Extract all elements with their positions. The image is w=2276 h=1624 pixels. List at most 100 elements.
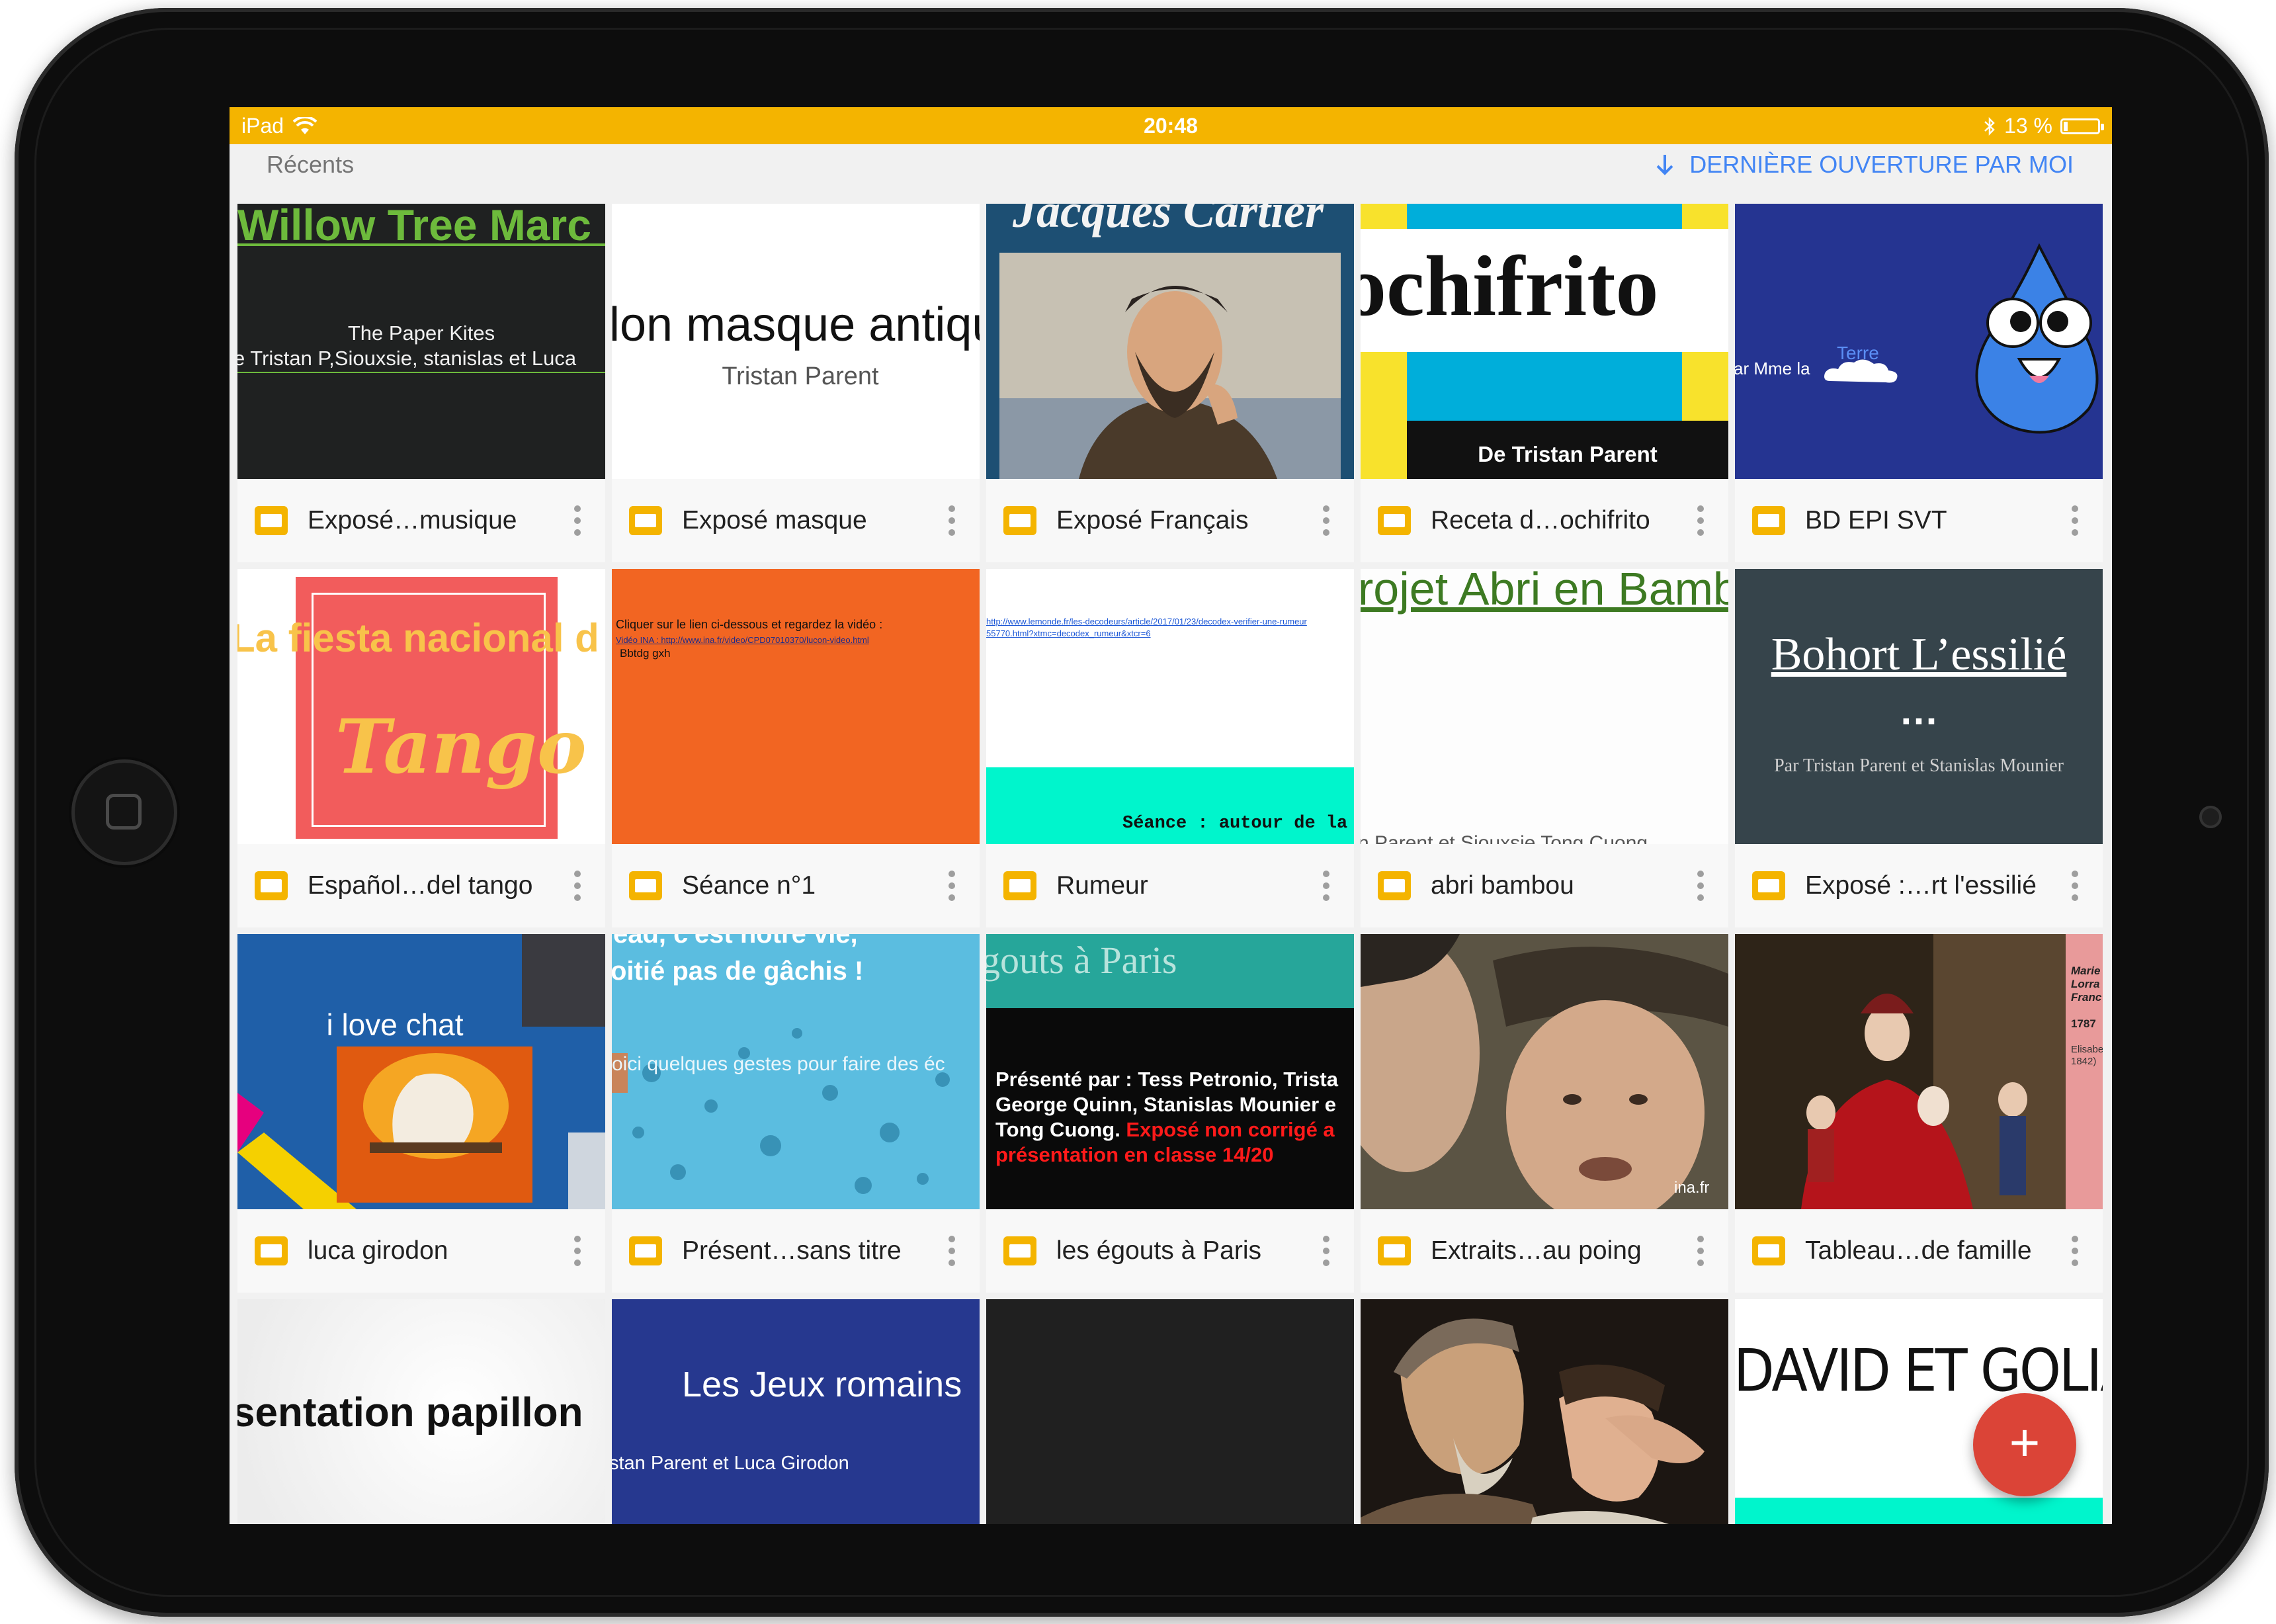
thumb-title: DAVID ET GOLIATH — [1735, 1337, 2103, 1405]
file-thumbnail: Marie Lorra Franc 1787 Elisabe 1842) — [1735, 934, 2103, 1209]
thumb-line: e Tristan P,Siouxsie, stanislas et Luca — [237, 347, 577, 370]
slides-icon — [1378, 1236, 1411, 1265]
battery-fill — [2064, 121, 2068, 131]
thumb-title: ochifrito — [1361, 239, 1659, 334]
thumb-line: oici quelques gestes pour faire des éc — [612, 1053, 945, 1075]
water-drop-character — [1975, 243, 2099, 434]
file-card[interactable]: lon masque antiqu Tristan Parent Exposé … — [612, 204, 980, 562]
battery-icon — [2060, 118, 2104, 134]
more-vert-icon[interactable] — [1681, 1224, 1720, 1277]
film-still-image — [1361, 934, 1728, 1209]
card-footer: Extraits…au poing — [1361, 1209, 1728, 1293]
slides-icon — [1378, 506, 1411, 535]
plus-icon: + — [2009, 1413, 2041, 1472]
app-screen: iPad 20:48 13 % Récents DERNIÈRE OUVERTU… — [230, 107, 2112, 1524]
create-fab-button[interactable]: + — [1973, 1393, 2076, 1496]
thumb-line: Présenté par : Tess Petronio, Trista — [995, 1068, 1338, 1091]
more-vert-icon[interactable] — [558, 1224, 597, 1277]
more-vert-icon[interactable] — [1306, 859, 1346, 912]
file-name: Présent…sans titre — [682, 1236, 902, 1265]
more-vert-icon[interactable] — [1681, 494, 1720, 547]
file-name: Exposé masque — [682, 506, 867, 534]
file-thumbnail: ochifrito De Tristan Parent — [1361, 204, 1728, 479]
card-footer: BD EPI SVT — [1735, 479, 2103, 562]
file-card[interactable]: ar Mme la Terre BD EPI SVT — [1735, 204, 2103, 562]
file-card[interactable]: i love chat luca girodon — [237, 934, 605, 1293]
thumb-band — [1361, 204, 1407, 229]
slides-icon — [255, 1236, 288, 1265]
thumb-divider — [237, 243, 605, 246]
more-vert-icon[interactable] — [2055, 859, 2095, 912]
thumb-script: Tango — [335, 704, 587, 791]
thumb-dots: … — [1899, 689, 1939, 733]
thumb-divider — [237, 372, 605, 373]
sort-button[interactable]: DERNIÈRE OUVERTURE PAR MOI — [1652, 151, 2074, 179]
file-card[interactable]: Cliquer sur le lien ci-dessous et regard… — [612, 569, 980, 927]
file-card[interactable]: Marie Lorra Franc 1787 Elisabe 1842) Tab… — [1735, 934, 2103, 1293]
slides-icon — [629, 871, 662, 900]
file-card[interactable]: ead, c'est notre vie, oitié pas de gâchi… — [612, 934, 980, 1293]
file-card[interactable]: rojet Abri en Bamb n Parent et Siouxsie … — [1361, 569, 1728, 927]
more-vert-icon[interactable] — [932, 1224, 972, 1277]
slides-icon — [1003, 1236, 1036, 1265]
more-vert-icon[interactable] — [932, 859, 972, 912]
file-card[interactable]: http://www.lemonde.fr/les-decodeurs/arti… — [986, 569, 1354, 927]
thumb-title: lon masque antiqu — [612, 298, 980, 351]
more-vert-icon[interactable] — [1306, 494, 1346, 547]
file-thumbnail — [986, 1299, 1354, 1524]
file-card[interactable] — [986, 1299, 1354, 1524]
more-vert-icon[interactable] — [932, 494, 972, 547]
file-name: Extraits…au poing — [1431, 1236, 1642, 1265]
card-footer: Español…del tango — [237, 844, 605, 927]
file-thumbnail: Willow Tree Marc The Paper Kites e Trist… — [237, 204, 605, 479]
file-card[interactable]: La fiesta nacional d Tango Español…del t… — [237, 569, 605, 927]
file-card[interactable]: Jacques Cartier Exposé Français — [986, 204, 1354, 562]
slides-icon — [1378, 871, 1411, 900]
theatre-still-image — [1361, 1299, 1728, 1524]
file-card[interactable]: ochifrito De Tristan Parent Receta d…och… — [1361, 204, 1728, 562]
thumb-subtitle: De Tristan Parent — [1478, 442, 1658, 466]
thumb-side-year: 1787 — [2071, 1017, 2096, 1030]
more-vert-icon[interactable] — [2055, 494, 2095, 547]
thumb-line: oitié pas de gâchis ! — [612, 957, 864, 986]
thumb-title: Jacques Cartier — [1013, 204, 1324, 237]
file-thumbnail: i love chat — [237, 934, 605, 1209]
file-card[interactable] — [1361, 1299, 1728, 1524]
thumb-watermark: ina.fr — [1674, 1179, 1710, 1197]
thumb-title: rojet Abri en Bamb — [1361, 569, 1728, 615]
card-footer: Rumeur — [986, 844, 1354, 927]
more-vert-icon[interactable] — [558, 494, 597, 547]
file-card[interactable]: Willow Tree Marc The Paper Kites e Trist… — [237, 204, 605, 562]
card-footer: Exposé masque — [612, 479, 980, 562]
thumb-warning: Exposé non corrigé a — [1126, 1118, 1335, 1141]
thumb-title: i love chat — [326, 1007, 464, 1042]
bluetooth-icon — [1984, 116, 1995, 136]
file-card[interactable]: ina.fr Extraits…au poing — [1361, 934, 1728, 1293]
file-card[interactable]: Bohort L’essilié … Par Tristan Parent et… — [1735, 569, 2103, 927]
thumb-line: The Paper Kites — [347, 321, 495, 345]
file-card[interactable]: gouts à Paris Présenté par : Tess Petron… — [986, 934, 1354, 1293]
thumb-side-text: 1842) — [2071, 1056, 2097, 1067]
file-thumbnail: sentation papillon — [237, 1299, 605, 1524]
file-name: Exposé…musique — [308, 506, 517, 534]
more-vert-icon[interactable] — [2055, 1224, 2095, 1277]
thumb-link: Vidéo INA : http://www.ina.fr/video/CPD0… — [616, 635, 869, 645]
painting-image — [1735, 934, 2066, 1209]
file-card[interactable]: sentation papillon — [237, 1299, 605, 1524]
more-vert-icon[interactable] — [558, 859, 597, 912]
file-card[interactable]: Les Jeux romains stan Parent et Luca Gir… — [612, 1299, 980, 1524]
thumb-band — [1682, 204, 1728, 229]
file-thumbnail: ar Mme la Terre — [1735, 204, 2103, 479]
more-vert-icon[interactable] — [1681, 859, 1720, 912]
file-thumbnail — [1361, 1299, 1728, 1524]
thumb-banner-text: Séance : autour de la — [1122, 814, 1348, 833]
thumb-band — [1682, 352, 1728, 421]
thumb-title: Bohort L’essilié — [1771, 629, 2067, 680]
home-button[interactable] — [71, 759, 177, 865]
thumb-banner — [1735, 1498, 2103, 1524]
more-vert-icon[interactable] — [1306, 1224, 1346, 1277]
slides-icon — [1752, 1236, 1785, 1265]
file-name: Rumeur — [1056, 871, 1148, 900]
status-bar: iPad 20:48 13 % — [230, 107, 2112, 144]
slides-icon — [255, 506, 288, 535]
